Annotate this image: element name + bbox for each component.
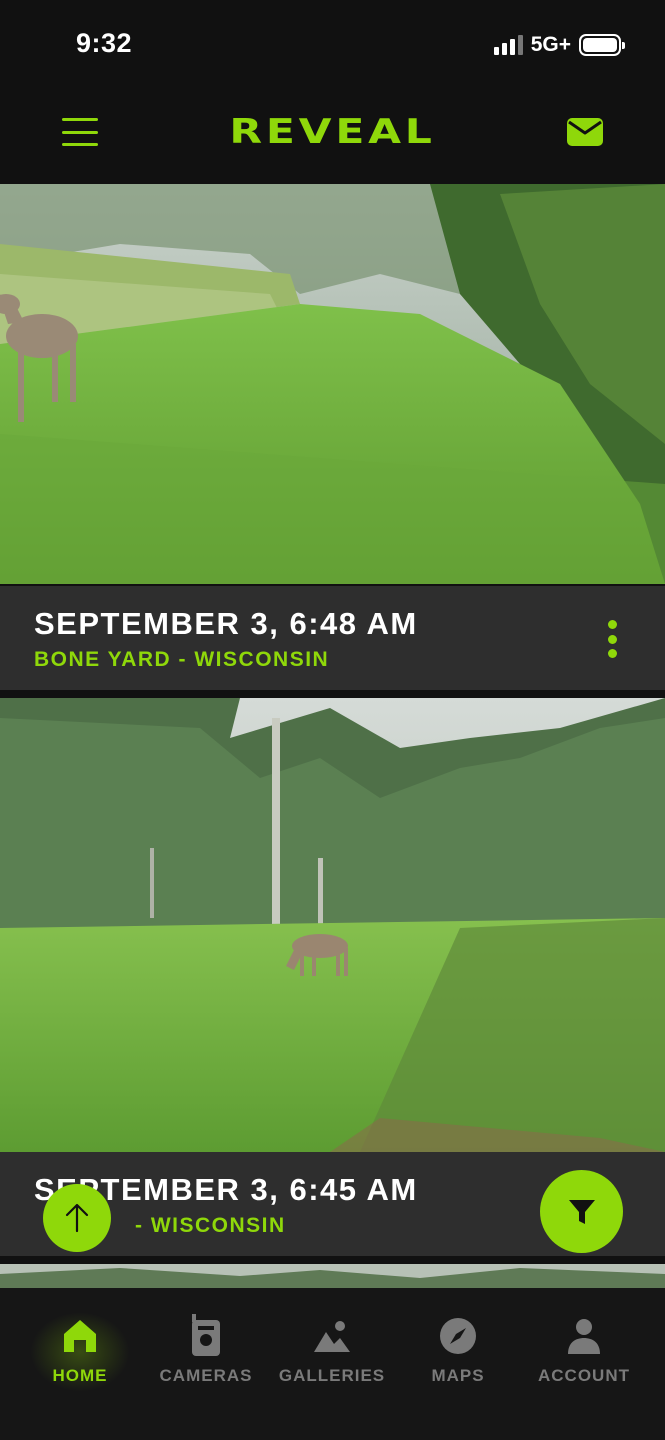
app-screen: 9:32 5G+ REVEAL SEPTEMBER 3, 6:48 AM BON… bbox=[0, 0, 665, 1440]
filter-icon bbox=[568, 1199, 595, 1224]
nav-galleries-label: GALLERIES bbox=[278, 1366, 386, 1385]
more-options-icon[interactable] bbox=[605, 620, 619, 658]
status-time: 9:32 bbox=[76, 28, 133, 58]
nav-maps[interactable]: MAPS bbox=[393, 1312, 523, 1392]
filter-button[interactable] bbox=[540, 1170, 623, 1253]
trail-camera-photo[interactable] bbox=[0, 1264, 665, 1288]
nav-maps-label: MAPS bbox=[431, 1366, 485, 1385]
gallery-icon bbox=[267, 1312, 397, 1360]
trail-camera-photo[interactable] bbox=[0, 184, 665, 584]
nav-home[interactable]: HOME bbox=[15, 1312, 145, 1392]
app-header: REVEAL bbox=[0, 88, 665, 184]
photo-card[interactable]: SEPTEMBER 3, 6:48 AM BONE YARD - WISCONS… bbox=[0, 184, 665, 690]
nav-account[interactable]: ACCOUNT bbox=[519, 1312, 649, 1392]
compass-icon bbox=[393, 1312, 523, 1360]
nav-galleries[interactable]: GALLERIES bbox=[267, 1312, 397, 1392]
battery-icon bbox=[579, 34, 625, 56]
photo-location: - WISCONSIN bbox=[135, 1214, 286, 1237]
cellular-signal-icon bbox=[493, 35, 523, 55]
photo-caption: SEPTEMBER 3, 6:48 AM BONE YARD - WISCONS… bbox=[0, 586, 665, 690]
mail-icon[interactable] bbox=[567, 118, 603, 146]
status-bar: 9:32 5G+ bbox=[0, 0, 665, 88]
reveal-logo: REVEAL bbox=[229, 112, 436, 152]
photo-timestamp: SEPTEMBER 3, 6:48 AM bbox=[34, 606, 418, 641]
photo-feed[interactable]: SEPTEMBER 3, 6:48 AM BONE YARD - WISCONS… bbox=[0, 184, 665, 1288]
nav-cameras-label: CAMERAS bbox=[159, 1366, 253, 1385]
trail-camera-photo[interactable] bbox=[0, 698, 665, 1152]
nav-cameras[interactable]: CAMERAS bbox=[141, 1312, 271, 1392]
arrow-up-icon bbox=[65, 1203, 89, 1233]
bottom-navigation: HOME CAMERAS GALLERIES bbox=[0, 1288, 665, 1440]
photo-card[interactable] bbox=[0, 1264, 665, 1288]
camera-icon bbox=[141, 1312, 271, 1360]
network-type: 5G+ bbox=[530, 33, 571, 56]
nav-account-label: ACCOUNT bbox=[538, 1366, 630, 1385]
status-indicators: 5G+ bbox=[493, 32, 625, 58]
account-icon bbox=[519, 1312, 649, 1360]
scroll-to-top-button[interactable] bbox=[43, 1184, 111, 1252]
photo-location: BONE YARD - WISCONSIN bbox=[34, 648, 330, 671]
